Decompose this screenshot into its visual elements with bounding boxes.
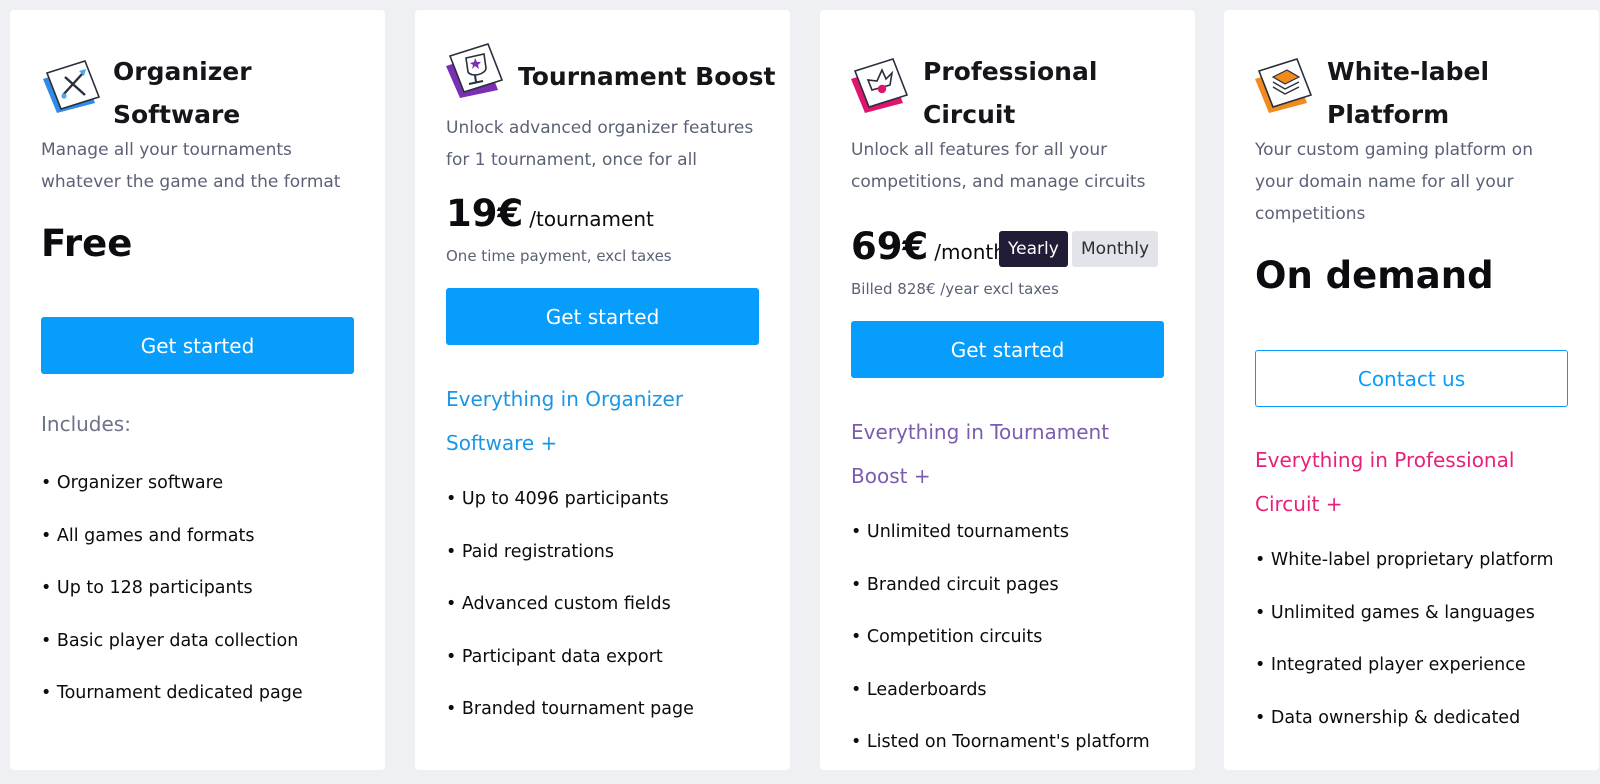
plan-description: Unlock all features for all your competi…	[851, 140, 1146, 192]
plan-card-tournament-boost: Tournament Boost Unlock advanced organiz…	[415, 10, 790, 770]
plan-card-organizer: Organizer Software Manage all your tourn…	[10, 10, 385, 770]
plan-card-professional-circuit: Professional Circuit Unlock all features…	[820, 10, 1195, 770]
feature-item: • Data ownership & dedicated	[1255, 707, 1521, 728]
feature-list: • Up to 4096 participants • Paid registr…	[446, 488, 759, 751]
everything-in-label: Everything in Organizer Software +	[446, 387, 684, 455]
plan-title: Organizer Software	[113, 57, 252, 129]
price-unit: /month	[934, 240, 1006, 264]
price-value: On demand	[1255, 254, 1494, 297]
plan-description: Your custom gaming platform on your doma…	[1255, 140, 1533, 224]
everything-in-label: Everything in Professional Circuit +	[1255, 448, 1515, 516]
trophy-card-icon	[446, 43, 504, 98]
price-unit: /tournament	[529, 207, 654, 231]
feature-item: • Advanced custom fields	[446, 594, 671, 614]
crossed-swords-card-icon	[43, 60, 101, 113]
plan-description: Unlock advanced organizer features for 1…	[446, 118, 754, 170]
feature-item: • Tournament dedicated page	[41, 683, 303, 703]
price-row: 19€/tournament	[446, 192, 759, 235]
feature-list: • Unlimited tournaments • Branded circui…	[851, 521, 1164, 784]
layers-card-icon	[1255, 58, 1313, 113]
yearly-toggle[interactable]: Yearly	[999, 231, 1068, 267]
price-value: 19€	[446, 192, 524, 235]
get-started-button[interactable]: Get started	[851, 321, 1164, 378]
get-started-button[interactable]: Get started	[446, 288, 759, 345]
feature-item: • Integrated player experience	[1255, 655, 1526, 675]
feature-item: • Branded tournament page	[446, 699, 694, 719]
plan-title: Professional Circuit	[923, 57, 1098, 129]
feature-item: • Paid registrations	[446, 541, 614, 562]
price-value: 69€	[851, 225, 929, 268]
feature-item: • Participant data export	[446, 646, 663, 667]
feature-item: • White-label proprietary platform	[1255, 550, 1554, 570]
feature-list: • White-label proprietary platform • Unl…	[1255, 549, 1568, 759]
price-row: On demand	[1255, 254, 1568, 297]
contact-us-button[interactable]: Contact us	[1255, 350, 1568, 407]
feature-list: • Organizer software • All games and for…	[41, 472, 354, 735]
feature-item: • Basic player data collection	[41, 630, 299, 651]
crown-card-icon	[851, 58, 909, 113]
plan-title: White-label Platform	[1327, 57, 1490, 129]
includes-label: Includes:	[41, 412, 131, 436]
feature-item: • Unlimited tournaments	[851, 522, 1069, 542]
get-started-button[interactable]: Get started	[41, 317, 354, 374]
feature-item: • Unlimited games & languages	[1255, 602, 1535, 623]
plan-card-white-label: White-label Platform Your custom gaming …	[1224, 10, 1599, 770]
feature-item: • Listed on Toornament's platform	[851, 732, 1150, 752]
plan-description: Manage all your tournaments whatever the…	[41, 140, 341, 192]
plan-title: Tournament Boost	[518, 62, 776, 91]
feature-item: • Up to 4096 participants	[446, 489, 669, 509]
feature-item: • Leaderboards	[851, 679, 987, 700]
monthly-toggle[interactable]: Monthly	[1072, 231, 1159, 267]
feature-item: • Up to 128 participants	[41, 578, 253, 598]
everything-in-label: Everything in Tournament Boost +	[851, 420, 1110, 488]
price-note: Billed 828€ /year excl taxes	[851, 280, 1059, 298]
price-note: One time payment, excl taxes	[446, 247, 672, 265]
price-value: Free	[41, 222, 133, 265]
feature-item: • Competition circuits	[851, 627, 1043, 647]
price-row: Free	[41, 222, 354, 265]
feature-item: • Organizer software	[41, 473, 224, 493]
feature-item: • All games and formats	[41, 525, 255, 546]
feature-item: • Branded circuit pages	[851, 574, 1059, 595]
